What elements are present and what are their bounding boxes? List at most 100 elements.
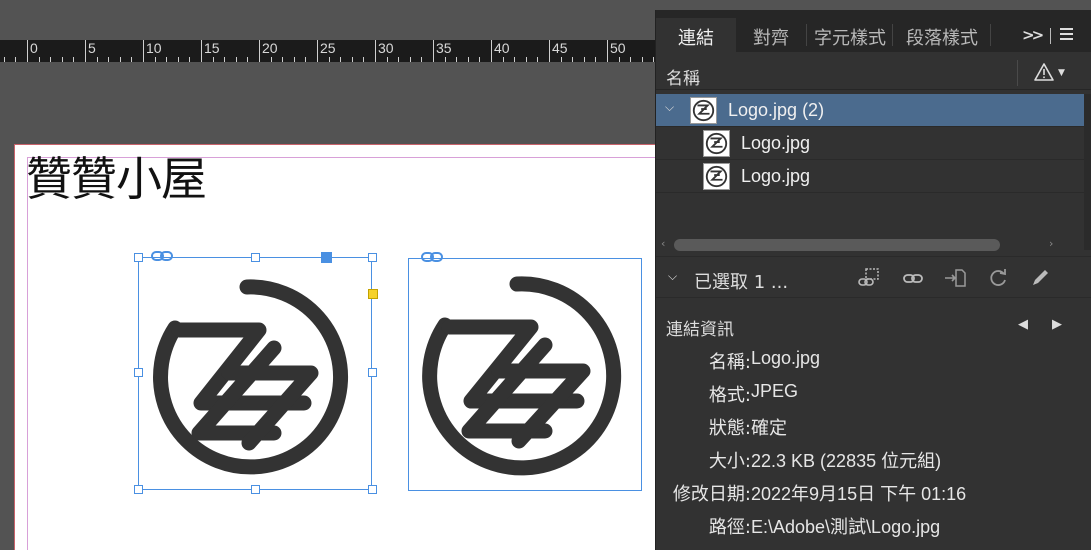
- content-grabber-handle[interactable]: [321, 252, 332, 263]
- ruler-tick: [375, 40, 376, 62]
- ruler-label: 25: [320, 40, 336, 56]
- info-row-format: 格式: JPEG: [656, 381, 1091, 409]
- chevron-down-icon[interactable]: ⌵: [665, 100, 674, 115]
- edit-original-icon[interactable]: [1028, 267, 1052, 289]
- info-row-path: 路徑: E:\Adobe\測試\Logo.jpg: [656, 513, 1091, 541]
- menu-separator: [1050, 28, 1051, 44]
- horizontal-ruler[interactable]: 0 5 10 15 20 25 30 35 40 45 50: [0, 40, 655, 62]
- ruler-label: 30: [378, 40, 394, 56]
- info-value: Logo.jpg: [751, 348, 821, 368]
- resize-handle-t[interactable]: [251, 253, 260, 262]
- horizontal-scrollbar[interactable]: ‹ ›: [656, 236, 1084, 254]
- relink-icon[interactable]: [856, 267, 880, 289]
- ruler-tick: [259, 40, 260, 62]
- ruler-label: 20: [262, 40, 278, 56]
- vertical-scrollbar[interactable]: [1084, 94, 1091, 250]
- tab-separator: [892, 24, 893, 46]
- links-panel: 連結 對齊 字元樣式 段落樣式 >> 名稱 ▼ ⌵ Logo.jpg (2) L…: [655, 10, 1091, 550]
- ruler-tick: [549, 40, 550, 62]
- panel-tabbar: 連結 對齊 字元樣式 段落樣式 >>: [656, 10, 1091, 52]
- warning-icon[interactable]: [1033, 62, 1055, 82]
- info-value: 22.3 KB (22835 位元組): [751, 451, 942, 471]
- embed-icon[interactable]: [943, 267, 967, 289]
- link-badge-icon[interactable]: [421, 251, 443, 263]
- resize-handle-tr[interactable]: [368, 253, 377, 262]
- resize-handle-tl[interactable]: [134, 253, 143, 262]
- info-value: JPEG: [751, 381, 799, 401]
- link-name: Logo.jpg (2): [728, 100, 825, 120]
- update-link-icon[interactable]: [986, 267, 1010, 289]
- info-row-size: 大小: 22.3 KB (22835 位元組): [656, 447, 1091, 475]
- tab-overflow-button[interactable]: >>: [1022, 26, 1044, 44]
- tab-separator: [806, 24, 807, 46]
- chevron-down-icon[interactable]: ⌵: [668, 269, 677, 284]
- link-name: Logo.jpg: [741, 133, 811, 153]
- live-corner-handle[interactable]: [368, 289, 378, 299]
- scroll-left-icon[interactable]: ‹: [661, 237, 665, 250]
- ruler-tick: [27, 40, 28, 62]
- chevron-down-icon[interactable]: ▼: [1058, 68, 1065, 78]
- next-icon[interactable]: ▶: [1052, 317, 1062, 332]
- ruler-tick: [491, 40, 492, 62]
- tab-paragraph-styles[interactable]: 段落樣式: [894, 18, 990, 52]
- ruler-label: 0: [30, 40, 38, 56]
- tab-separator: [990, 24, 991, 46]
- z-logo-image: [153, 279, 348, 475]
- link-name: Logo.jpg: [741, 166, 811, 186]
- z-logo-image: [422, 276, 622, 476]
- prev-icon[interactable]: ◀: [1018, 317, 1028, 332]
- ruler-label: 40: [494, 40, 510, 56]
- resize-handle-bl[interactable]: [134, 485, 143, 494]
- logo-frame-2[interactable]: [408, 252, 642, 491]
- resize-handle-br[interactable]: [368, 485, 377, 494]
- link-badge-icon[interactable]: [151, 250, 173, 262]
- info-key: 路徑:: [708, 517, 751, 538]
- resize-handle-b[interactable]: [251, 485, 260, 494]
- ruler-tick: [85, 40, 86, 62]
- scroll-right-icon[interactable]: ›: [1049, 237, 1053, 250]
- info-row-status: 狀態: 確定: [656, 414, 1091, 442]
- document-title-text[interactable]: 贊贊小屋: [26, 148, 207, 210]
- tab-character-styles[interactable]: 字元樣式: [808, 18, 892, 52]
- resize-handle-l[interactable]: [134, 368, 143, 377]
- link-row-instance[interactable]: Logo.jpg: [656, 127, 1084, 160]
- info-row-name: 名稱: Logo.jpg: [656, 348, 1091, 376]
- go-to-link-icon[interactable]: [901, 267, 925, 289]
- info-key: 名稱:: [708, 352, 751, 373]
- scrollbar-thumb[interactable]: [674, 239, 1000, 251]
- ruler-tick: [433, 40, 434, 62]
- ruler-tick: [143, 40, 144, 62]
- info-key: 大小:: [708, 451, 751, 472]
- info-key: 狀態:: [708, 418, 751, 439]
- panel-menu-icon[interactable]: [1060, 28, 1073, 41]
- links-toolbar: ⌵ 已選取 1 ...: [656, 256, 1091, 298]
- info-value: E:\Adobe\測試\Logo.jpg: [751, 517, 941, 537]
- ruler-label: 10: [146, 40, 162, 56]
- name-column-label[interactable]: 名稱: [666, 64, 700, 89]
- ruler-label: 35: [436, 40, 452, 56]
- info-value: 2022年9月15日 下午 01:16: [751, 484, 967, 504]
- link-row-group[interactable]: ⌵ Logo.jpg (2): [656, 94, 1084, 127]
- column-divider: [1017, 60, 1018, 86]
- tab-links[interactable]: 連結: [656, 18, 736, 52]
- info-key: 格式:: [708, 385, 751, 406]
- ruler-label: 45: [552, 40, 568, 56]
- link-row-instance[interactable]: Logo.jpg: [656, 160, 1084, 193]
- info-key: 修改日期:: [672, 484, 751, 505]
- link-thumbnail: [690, 97, 717, 124]
- ruler-label: 15: [204, 40, 220, 56]
- logo-frame-1[interactable]: [134, 251, 378, 494]
- resize-handle-r[interactable]: [368, 368, 377, 377]
- link-info-title[interactable]: 連結資訊: [666, 315, 734, 340]
- selected-count-label: 已選取 1 ...: [694, 272, 789, 293]
- ruler-tick: [201, 40, 202, 62]
- tab-align[interactable]: 對齊: [736, 18, 806, 52]
- link-info-header: 連結資訊 ◀ ▶: [656, 310, 1091, 340]
- ruler-label: 5: [88, 40, 96, 56]
- links-column-header: 名稱 ▼: [656, 58, 1091, 90]
- ruler-tick: [317, 40, 318, 62]
- link-thumbnail: [703, 130, 730, 157]
- info-row-modified: 修改日期: 2022年9月15日 下午 01:16: [656, 480, 1091, 508]
- ruler-tick: [607, 40, 608, 62]
- ruler-label: 50: [610, 40, 626, 56]
